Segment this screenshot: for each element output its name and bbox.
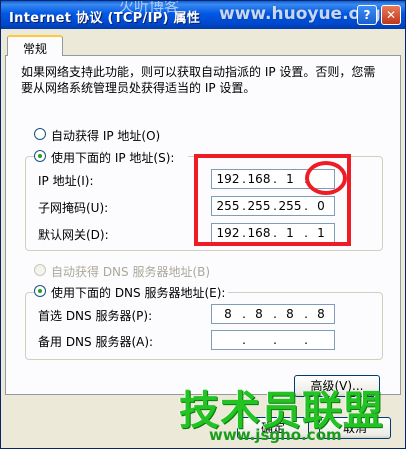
radio-manual-ip-label: 使用下面的 IP 地址(S): — [51, 151, 175, 165]
radio-manual-dns-circle[interactable] — [34, 285, 46, 297]
tab-general-label: 常规 — [22, 42, 47, 56]
pdns-octet-4: 8 — [317, 307, 325, 321]
help-button[interactable]: ? — [357, 5, 377, 25]
alternate-dns-label: 备用 DNS 服务器(A): — [38, 335, 154, 349]
description-text: 如果网络支持此功能，则可以获取自动指派的 IP 设置。否则，您需要从网络系统管理… — [21, 65, 376, 95]
radio-manual-dns[interactable]: 使用下面的 DNS 服务器地址(E): — [34, 284, 228, 300]
preferred-dns-input[interactable]: 8 . 8 . 8 . 8 — [211, 304, 335, 324]
radio-manual-ip[interactable]: 使用下面的 IP 地址(S): — [34, 149, 188, 165]
radio-auto-dns-circle[interactable] — [34, 264, 46, 276]
octet-separator: . — [242, 333, 246, 347]
default-gateway-label: 默认网关(D): — [38, 228, 109, 242]
radio-manual-dns-label: 使用下面的 DNS 服务器地址(E): — [51, 286, 226, 300]
preferred-dns-label: 首选 DNS 服务器(P): — [38, 309, 153, 323]
pdns-octet-2: 8 — [255, 307, 263, 321]
ip-address-label: IP 地址(I): — [38, 174, 94, 188]
subnet-mask-label: 子网掩码(U): — [38, 201, 109, 215]
alternate-dns-input[interactable]: . . . — [211, 330, 335, 350]
radio-auto-ip-label: 自动获得 IP 地址(O) — [51, 129, 161, 143]
watermark-site-url: www.jsgho.com — [209, 426, 342, 444]
octet-separator: . — [273, 333, 277, 347]
close-icon: ✕ — [385, 8, 397, 22]
title-bar[interactable]: 火听博客 Internet 协议 (TCP/IP) 属性 www.huoyue.… — [1, 1, 405, 29]
highlight-oval — [305, 161, 347, 195]
radio-auto-dns-label: 自动获得 DNS 服务器地址(B) — [51, 265, 211, 279]
octet-separator: . — [304, 333, 308, 347]
radio-selected-dot — [38, 289, 42, 293]
pdns-octet-3: 8 — [286, 307, 294, 321]
tcpip-properties-dialog: 火听博客 Internet 协议 (TCP/IP) 属性 www.huoyue.… — [0, 0, 406, 449]
pdns-octet-1: 8 — [224, 307, 232, 321]
radio-auto-ip-circle[interactable] — [34, 128, 46, 140]
radio-manual-ip-circle[interactable] — [34, 150, 46, 162]
close-button[interactable]: ✕ — [381, 5, 401, 25]
tab-general[interactable]: 常规 — [7, 35, 63, 56]
question-icon: ? — [363, 8, 371, 22]
radio-selected-dot — [38, 154, 42, 158]
window-title: Internet 协议 (TCP/IP) 属性 — [9, 11, 201, 26]
